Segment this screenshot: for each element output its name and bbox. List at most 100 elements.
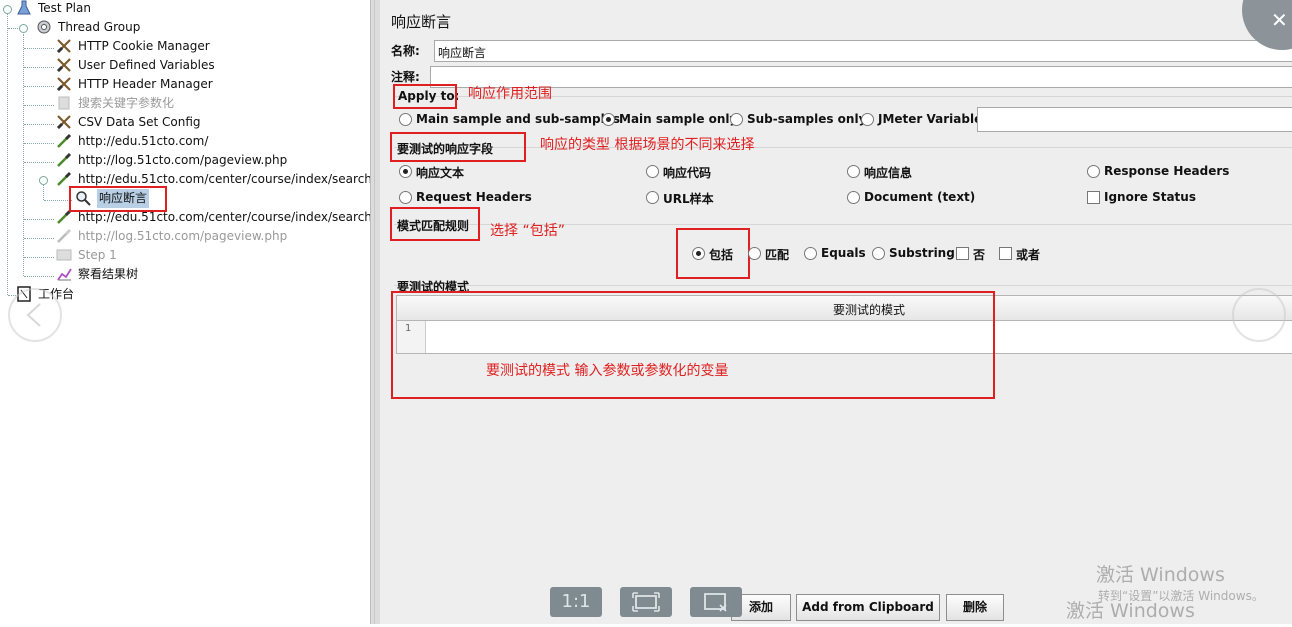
comment-field[interactable] [430,66,1292,88]
annotation-box [390,207,480,241]
pipette-icon [57,152,72,167]
tree-connector [24,143,54,144]
tree-node-label: CSV Data Set Config [78,115,201,129]
tree-connector [24,86,54,87]
annotation-pattern-hint: 要测试的模式 输入参数或参数化的变量 [486,363,729,379]
tree-node-label: HTTP Cookie Manager [78,39,210,53]
tree-node-label: http://log.51cto.com/pageview.php [78,229,288,243]
response-option-label: URL样本 [663,192,714,206]
tree-connector [24,105,54,106]
name-label: 名称: [391,44,420,58]
pipette-icon [57,171,72,186]
panel-title: 响应断言 [391,13,452,31]
tree-node-label: 搜索关键字参数化 [78,96,175,110]
ignore-status-checkbox[interactable] [1087,191,1100,204]
fit-window-button[interactable] [620,587,672,617]
tree-connector [7,10,8,295]
comment-label: 注释: [391,70,420,84]
response-option-label: Response Headers [1104,164,1230,178]
response-option-label: 响应信息 [864,166,913,180]
pattern-option-label: Substring [889,246,955,260]
expand-toggle[interactable] [19,24,28,33]
wrench-icon [56,115,71,130]
ignore-status-label: Ignore Status [1104,190,1196,204]
name-field-value: 响应断言 [438,46,487,60]
wrench-icon [56,39,71,54]
tree-connector [24,219,54,220]
radio-main-only[interactable] [602,113,615,126]
radio-substring[interactable] [872,247,885,260]
response-option-label: Request Headers [416,190,532,204]
radio-matches[interactable] [748,247,761,260]
not-label: 否 [973,248,986,262]
annotation-box [69,186,167,212]
radio-main-and-sub[interactable] [399,113,412,126]
radio-response-headers[interactable] [1087,165,1100,178]
wrench-icon [56,58,71,73]
tree-connector [24,238,54,239]
annotation-box [391,291,995,399]
radio-document-text[interactable] [847,191,860,204]
radio-response-code[interactable] [646,165,659,178]
tree-connector [24,162,54,163]
pattern-option-label: 匹配 [765,248,790,262]
not-checkbox[interactable] [956,247,969,260]
crop-icon [704,593,727,612]
wrench-icon [58,96,70,110]
tree-node-label: http://log.51cto.com/pageview.php [78,153,288,167]
radio-response-text[interactable] [399,165,412,178]
tree-node-label: User Defined Variables [78,58,215,72]
annotation-apply-scope: 响应作用范围 [468,86,552,102]
tree-node-label: HTTP Header Manager [78,77,213,91]
tree-node-label: http://edu.51cto.com/ [78,134,209,148]
tree-connector [24,276,54,277]
fit-screen-icon [632,592,660,612]
assertion-panel: 响应断言 名称: 响应断言 注释: Apply to: 响应作用范围 Main … [380,0,1292,624]
delete-button[interactable]: 删除 [946,594,1004,621]
response-option-label: Document (text) [864,190,976,204]
radio-jmeter-variable[interactable] [861,113,874,126]
watermark-title-secondary: 激活 Windows [1066,600,1195,622]
radio-equals[interactable] [804,247,817,260]
tree-connector [24,124,54,125]
tree-connector [24,257,54,258]
pipette-icon [57,133,72,148]
or-label: 或者 [1016,248,1041,262]
tree-node-label: Step 1 [78,248,117,262]
flask-icon [17,0,31,15]
radio-response-message[interactable] [847,165,860,178]
expand-toggle[interactable] [39,176,48,185]
tree-connector [44,200,72,201]
radio-request-headers[interactable] [399,191,412,204]
or-checkbox[interactable] [999,247,1012,260]
apply-option-label: Sub-samples only [747,112,867,126]
prev-arrow-icon[interactable] [8,288,62,342]
pipette-icon [57,228,72,243]
close-icon: ✕ [1271,8,1288,32]
crop-button[interactable] [690,587,742,617]
wrench-icon [56,77,71,92]
radio-sub-only[interactable] [730,113,743,126]
watermark-title: 激活 Windows [1096,564,1225,586]
annotation-choose-include: 选择 “包括” [490,223,565,239]
response-option-label: 响应代码 [663,166,712,180]
expand-toggle[interactable] [3,5,12,14]
annotation-box [390,132,526,162]
graph-icon [57,268,72,281]
tree-connector [43,184,44,200]
radio-url-sample[interactable] [646,191,659,204]
step-icon [56,249,72,261]
apply-option-label: JMeter Variable [878,112,983,126]
next-arrow-icon[interactable] [1232,288,1286,342]
jmeter-variable-input[interactable] [977,107,1292,132]
add-from-clipboard-button[interactable]: Add from Clipboard [796,594,940,621]
tree-connector [23,34,24,276]
gear-icon [37,20,51,34]
actual-size-button[interactable]: 1:1 [550,587,602,617]
annotation-box [676,228,750,279]
pattern-option-label: Equals [821,246,866,260]
name-field[interactable]: 响应断言 [434,40,1292,62]
tree-connector [24,67,54,68]
response-option-label: 响应文本 [416,166,465,180]
annotation-response-type: 响应的类型 根据场景的不同来选择 [540,137,755,153]
